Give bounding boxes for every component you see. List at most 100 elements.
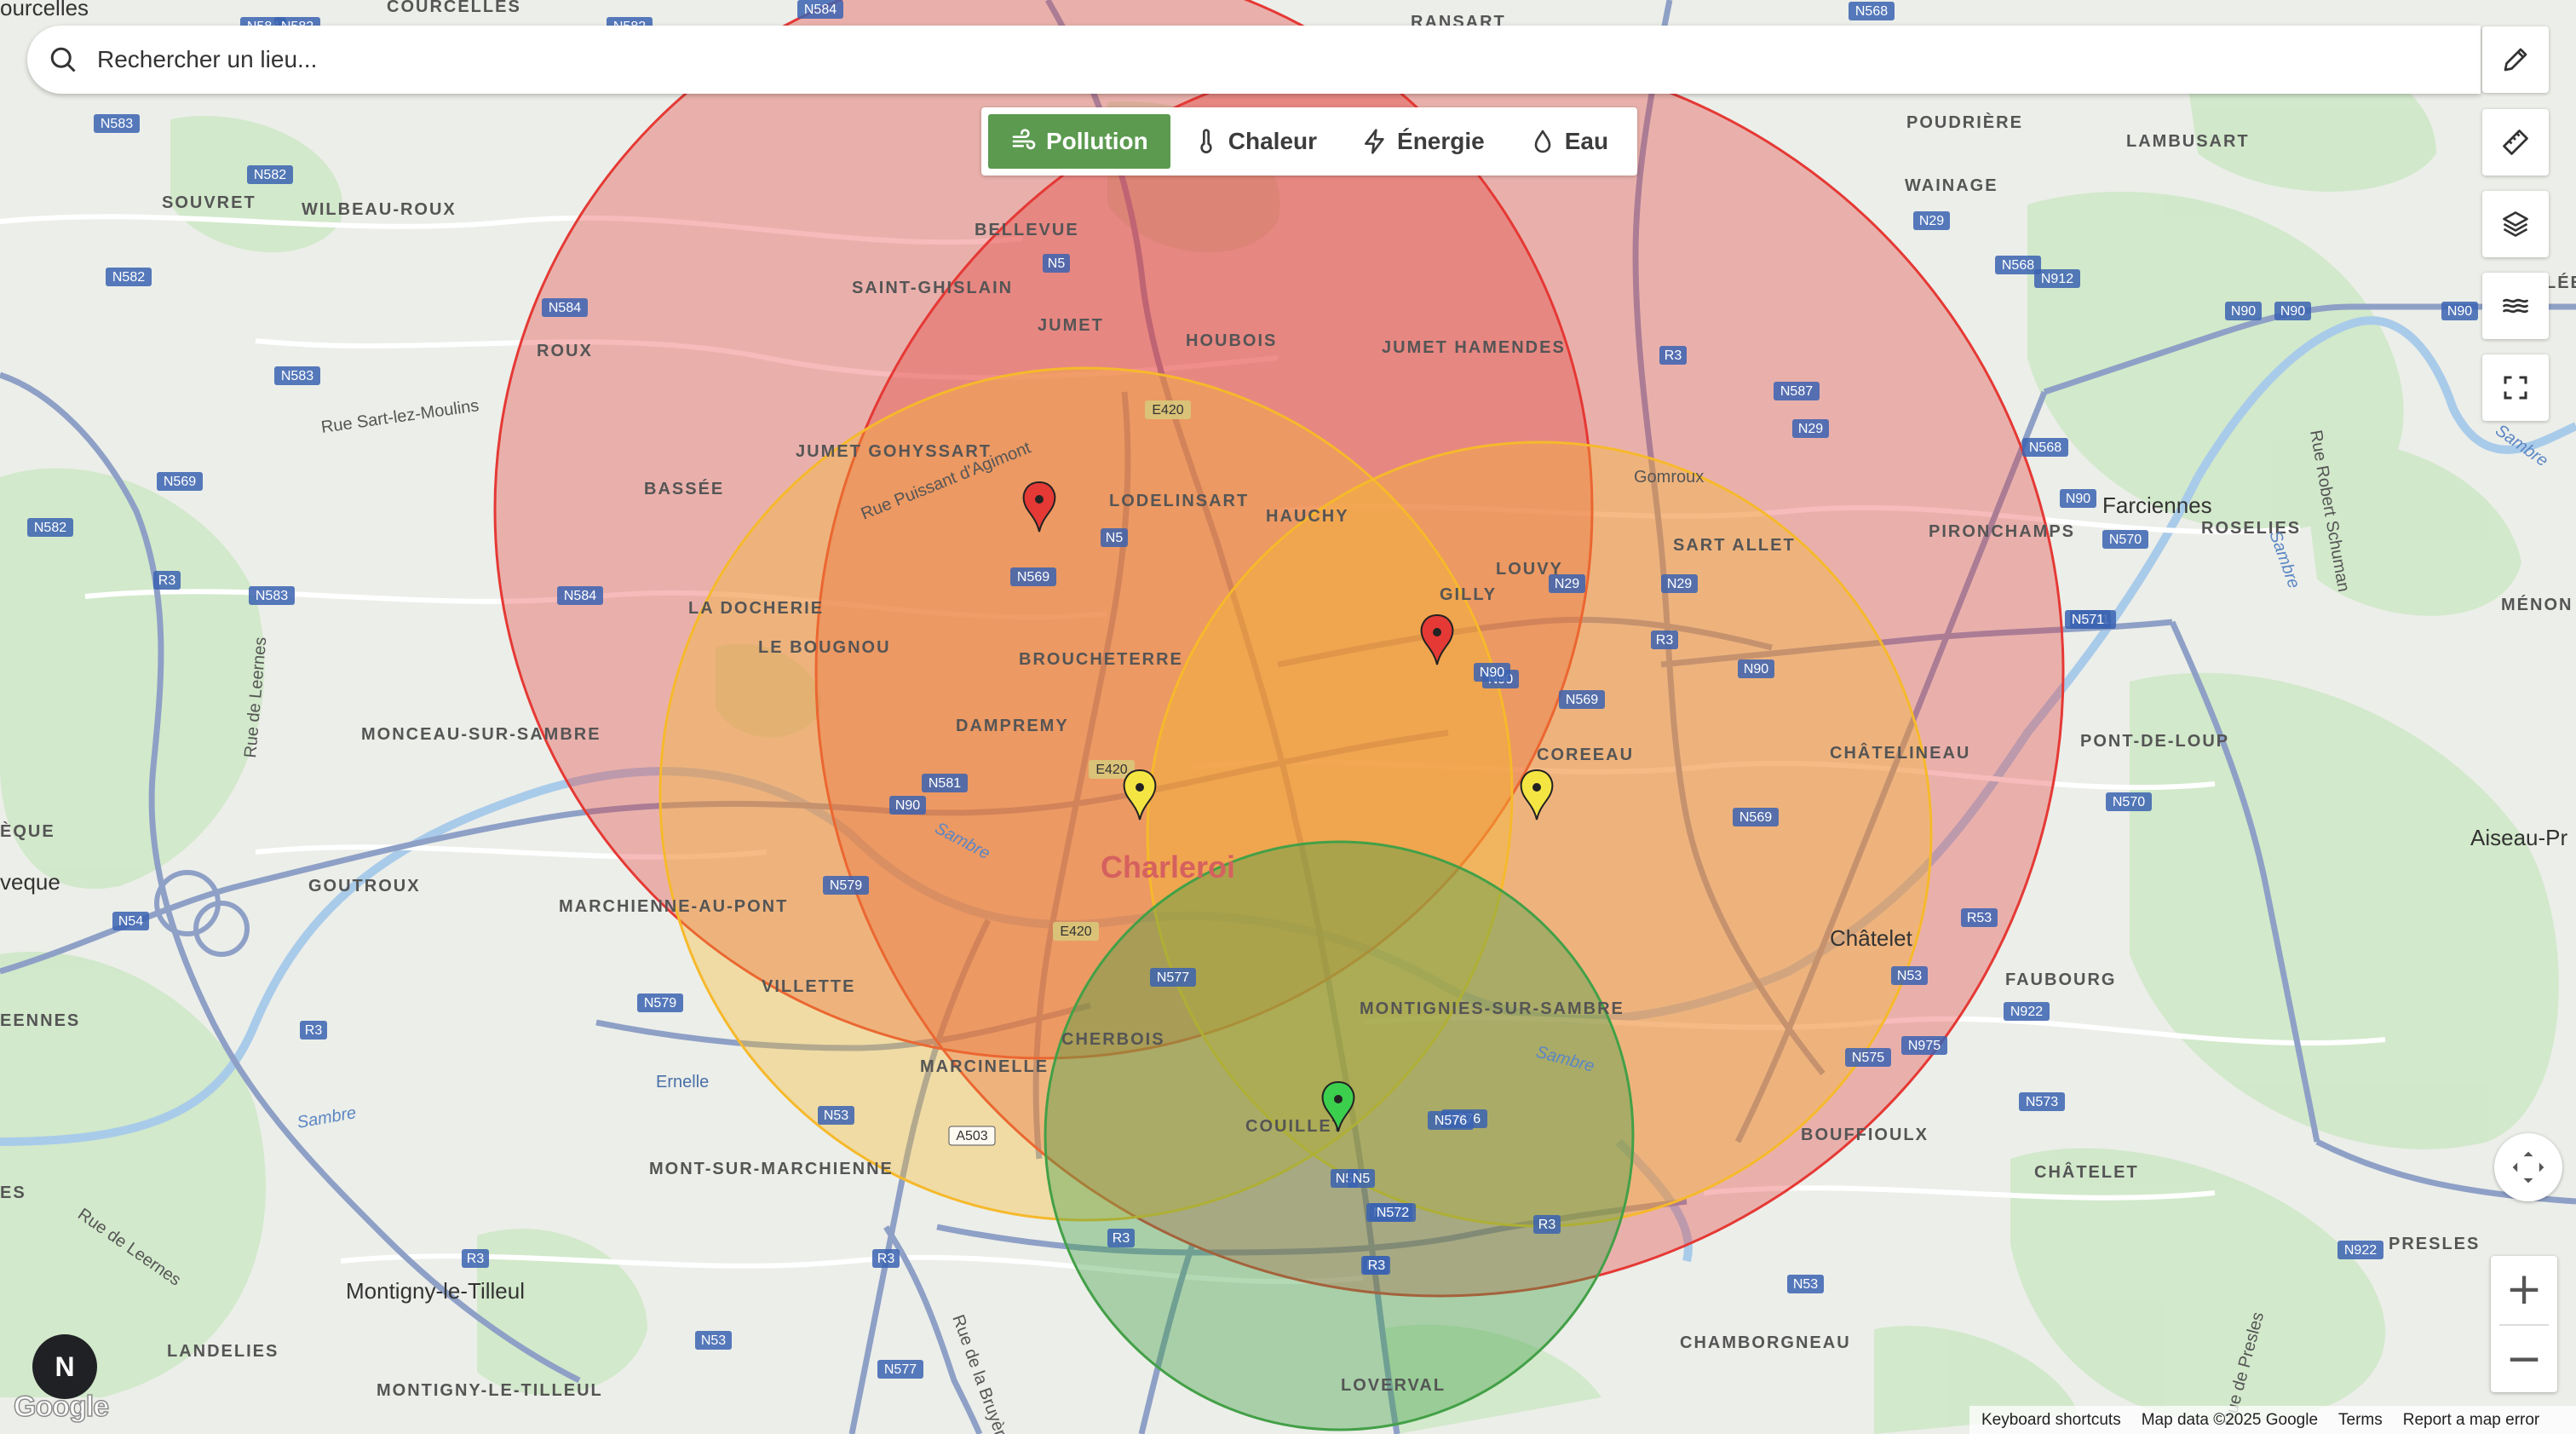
fullscreen-icon <box>2504 376 2527 400</box>
district-label: CHERBOIS <box>1061 1030 1165 1049</box>
waves-icon <box>2503 298 2528 314</box>
district-label: PRESLES <box>2389 1235 2480 1253</box>
road-shield-label: N587 <box>1780 384 1813 399</box>
filter-label: Chaleur <box>1228 128 1318 154</box>
zone-low-pollution[interactable] <box>1044 840 1635 1431</box>
fullscreen-button[interactable] <box>2482 354 2549 421</box>
district-label: MONTIGNIES-SUR-SAMBRE <box>1360 999 1624 1018</box>
road-shield-label: R3 <box>467 1252 485 1266</box>
map-canvas[interactable]: Charleroi Farciennes Châtelet Montigny-l… <box>0 0 2576 1434</box>
heat-tool-button[interactable] <box>2482 273 2549 339</box>
district-label: CHAMBORGNEAU <box>1680 1333 1851 1352</box>
road-shield: N568 <box>2022 438 2068 457</box>
road-shield: N581 <box>922 774 968 792</box>
road-shield: R3 <box>872 1249 900 1268</box>
road-shield: N572 <box>1370 1203 1416 1222</box>
road-shield: N29 <box>1661 574 1698 593</box>
city-label-charleroi: Charleroi <box>1101 849 1235 884</box>
road-shield-label: E420 <box>1095 763 1127 777</box>
search-icon <box>46 43 80 77</box>
edit-tool-button[interactable] <box>2482 26 2549 93</box>
camera-control-button[interactable] <box>2494 1133 2562 1201</box>
road-shield-label: N582 <box>112 270 145 285</box>
search-input[interactable] <box>95 45 2399 74</box>
road-shield-label: N583 <box>256 589 288 603</box>
road-shield-label: N922 <box>2344 1243 2377 1258</box>
droplet-icon <box>1534 130 1551 153</box>
search-bar[interactable] <box>27 26 2481 94</box>
road-shield: N29 <box>1549 574 1585 593</box>
road-shield-label: N579 <box>644 996 676 1011</box>
compass-label: N <box>55 1350 75 1382</box>
filter-eau-button[interactable]: Eau <box>1507 114 1630 169</box>
road-shield-label: N90 <box>2447 304 2472 319</box>
district-label: JUMET GOHYSSART <box>796 442 992 461</box>
road-shield-label: N975 <box>1908 1039 1941 1053</box>
road-shield-label: N569 <box>1739 810 1772 825</box>
road-shield-label: N569 <box>164 475 196 489</box>
road-shield-label: N582 <box>254 168 286 182</box>
road-shield: N571 <box>2065 610 2111 629</box>
road-shield: N90 <box>1738 659 1774 678</box>
road-shield: N922 <box>2004 1002 2050 1021</box>
road-shield-label: N584 <box>564 589 596 603</box>
road-shield: N569 <box>157 472 203 491</box>
district-label: MONTIGNY-LE-TILLEUL <box>377 1381 603 1400</box>
road-shield: N53 <box>818 1106 854 1125</box>
road-shield: N569 <box>1559 690 1605 709</box>
report-error-link[interactable]: Report a map error <box>2403 1411 2540 1430</box>
road-shield-label: N90 <box>1744 662 1768 677</box>
road-shield-label: N922 <box>2010 1005 2043 1019</box>
road-shield: N583 <box>94 114 140 133</box>
city-label-farciennes: Farciennes <box>2102 492 2212 518</box>
road-shield: R3 <box>300 1021 327 1040</box>
district-label: BASSÉE <box>644 479 724 498</box>
road-shield: N584 <box>797 0 843 19</box>
filter-chaleur-button[interactable]: Chaleur <box>1170 114 1339 169</box>
road-shield: N975 <box>1901 1036 1947 1055</box>
road-shield: N582 <box>27 518 73 537</box>
district-label: ÈQUE <box>0 821 55 841</box>
terms-link[interactable]: Terms <box>2338 1411 2383 1430</box>
district-label: HAUCHY <box>1266 507 1349 526</box>
road-shield: N53 <box>1891 966 1928 985</box>
city-label-aiseau: Aiseau-Pr <box>2470 825 2567 850</box>
road-shield-label: N53 <box>1793 1277 1818 1292</box>
filter-pollution-button[interactable]: Pollution <box>988 114 1170 169</box>
road-shield-label: N912 <box>2041 272 2073 286</box>
compass-button[interactable]: N <box>32 1334 97 1399</box>
road-shield-label: N573 <box>2026 1095 2058 1109</box>
road-shield: N583 <box>274 366 320 385</box>
road-shield-label: N90 <box>1480 665 1504 680</box>
road-shield-label: R3 <box>877 1252 895 1266</box>
measure-tool-button[interactable] <box>2482 109 2549 176</box>
road-shield: E420 <box>1145 400 1191 419</box>
road-shield-label: N579 <box>830 878 862 893</box>
filter-energie-button[interactable]: Énergie <box>1339 114 1507 169</box>
road-shield-label: N5 <box>1048 256 1066 271</box>
district-label: COURCELLES <box>387 0 521 16</box>
road-shield-label: N568 <box>2029 441 2061 455</box>
zoom-out-button[interactable]: − <box>2491 1326 2557 1392</box>
road-shield: N90 <box>2225 302 2262 320</box>
district-label: LE BOUGNOU <box>758 638 891 657</box>
district-label: ROUX <box>537 342 593 360</box>
road-shield: N29 <box>1792 419 1829 438</box>
road-shield: N573 <box>2019 1092 2065 1111</box>
keyboard-shortcuts-link[interactable]: Keyboard shortcuts <box>1981 1411 2121 1430</box>
district-label: JUMET <box>1038 316 1104 335</box>
road-shield-label: N54 <box>118 914 143 929</box>
road-shield: N582 <box>106 268 152 286</box>
road-shield: N912 <box>2034 269 2080 288</box>
road-shield: A503 <box>948 1126 996 1146</box>
road-shield-label: N29 <box>1798 422 1823 436</box>
zoom-in-button[interactable]: + <box>2491 1256 2557 1322</box>
district-label: SOUVRET <box>162 193 256 212</box>
road-shield: N584 <box>542 298 588 317</box>
district-label: MARCHIENNE-AU-PONT <box>559 897 788 916</box>
road-shield: N922 <box>2337 1241 2383 1259</box>
road-shield-label: N90 <box>2231 304 2256 319</box>
layers-tool-button[interactable] <box>2482 191 2549 257</box>
district-label: GILLY <box>1440 585 1497 604</box>
road-shield: N579 <box>637 993 683 1012</box>
